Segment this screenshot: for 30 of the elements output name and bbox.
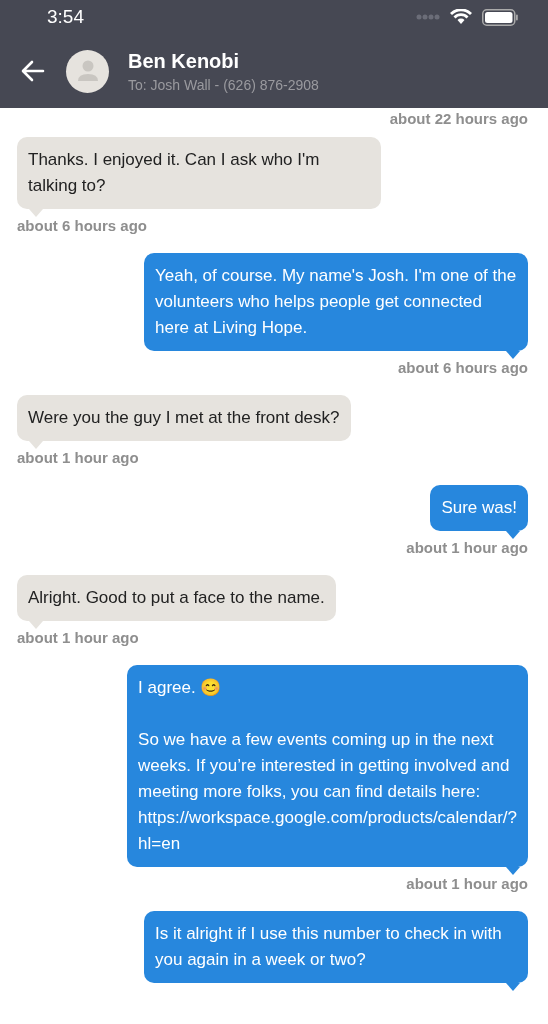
message-bubble: Were you the guy I met at the front desk? bbox=[17, 395, 351, 441]
contact-name: Ben Kenobi bbox=[128, 48, 241, 74]
message-time: about 1 hour ago bbox=[406, 875, 528, 893]
person-icon bbox=[76, 60, 99, 82]
back-button[interactable] bbox=[20, 58, 46, 84]
message-time: about 6 hours ago bbox=[17, 217, 147, 235]
bubble-tail bbox=[506, 983, 520, 991]
message-time: about 22 hours ago bbox=[389, 110, 528, 128]
bubble-tail bbox=[29, 441, 43, 449]
message-bubble: I agree. 😊 So we have a few events coming up in the next weeks. If you’re interested in getting involved and meeting more folks, you can find details here: https://workspace.google.com/products/calendar/?hl=en bbox=[127, 665, 528, 867]
bubble-tail bbox=[506, 867, 520, 875]
message-time: about 1 hour ago bbox=[17, 629, 139, 647]
status-time: 3:54 bbox=[47, 4, 84, 29]
wifi-icon bbox=[450, 9, 472, 25]
bubble-tail bbox=[506, 351, 520, 359]
message-bubble: Alright. Good to put a face to the name. bbox=[17, 575, 336, 621]
message-time: about 1 hour ago bbox=[17, 449, 139, 467]
back-arrow-icon bbox=[21, 60, 45, 82]
bubble-tail bbox=[506, 531, 520, 539]
message-bubble: Thanks. I enjoyed it. Can I ask who I'm talking to? bbox=[17, 137, 381, 209]
message-bubble: Is it alright if I use this number to check in with you again in a week or two? bbox=[144, 911, 528, 983]
message-bubble: Sure was! bbox=[430, 485, 528, 531]
bubble-tail bbox=[29, 621, 43, 629]
message-time: about 1 hour ago bbox=[406, 539, 528, 557]
message-bubble: Yeah, of course. My name's Josh. I'm one of the volunteers who helps people get connected here at Living Hope. bbox=[144, 253, 528, 351]
contact-subtitle: To: Josh Wall - (626) 876-2908 bbox=[128, 75, 319, 95]
message-time: about 6 hours ago bbox=[398, 359, 528, 377]
bubble-tail bbox=[29, 209, 43, 217]
battery-icon bbox=[482, 8, 518, 26]
signal-icon bbox=[416, 14, 440, 20]
